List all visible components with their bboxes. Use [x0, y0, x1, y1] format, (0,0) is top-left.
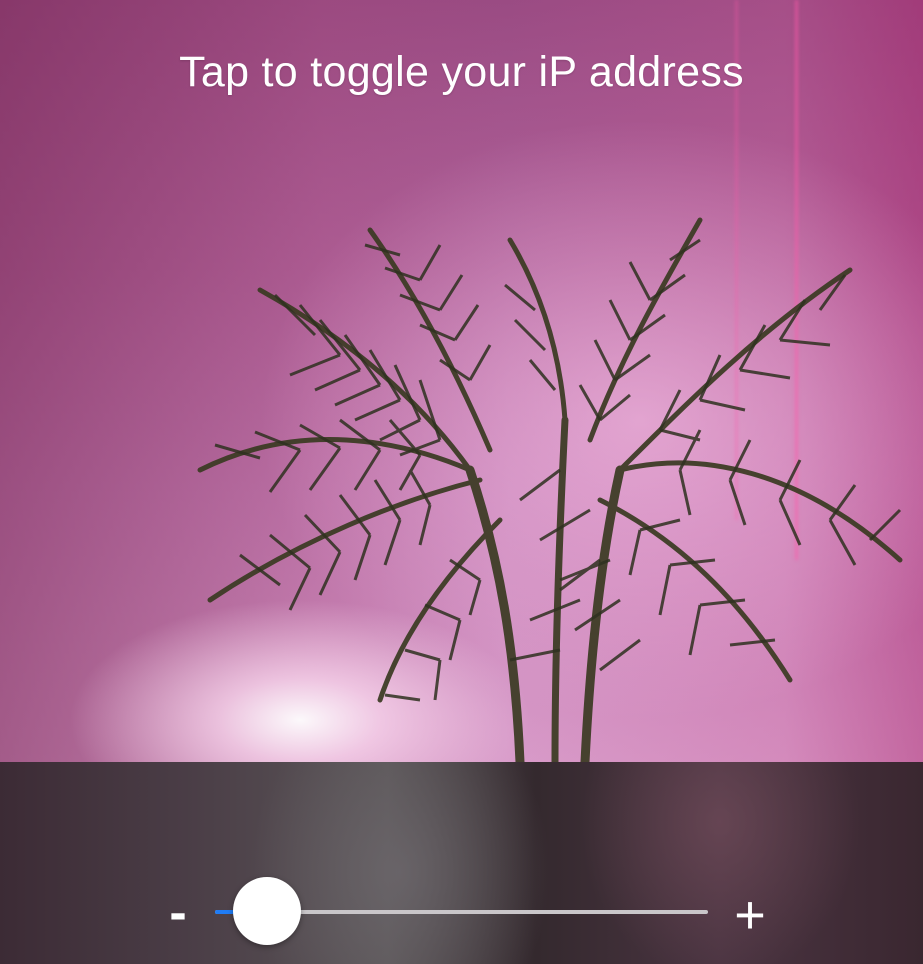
palm-plant-image [197, 217, 903, 762]
camera-screen: Tap to toggle your iP address - + [0, 0, 923, 964]
minus-icon[interactable]: - [163, 887, 193, 939]
camera-preview[interactable]: Tap to toggle your iP address [0, 0, 923, 762]
toggle-ip-hint[interactable]: Tap to toggle your iP address [0, 48, 923, 97]
zoom-slider-fill [215, 910, 235, 914]
zoom-control-panel: - + [0, 762, 923, 964]
zoom-slider-thumb[interactable] [233, 877, 301, 945]
plus-icon[interactable]: + [722, 888, 778, 942]
